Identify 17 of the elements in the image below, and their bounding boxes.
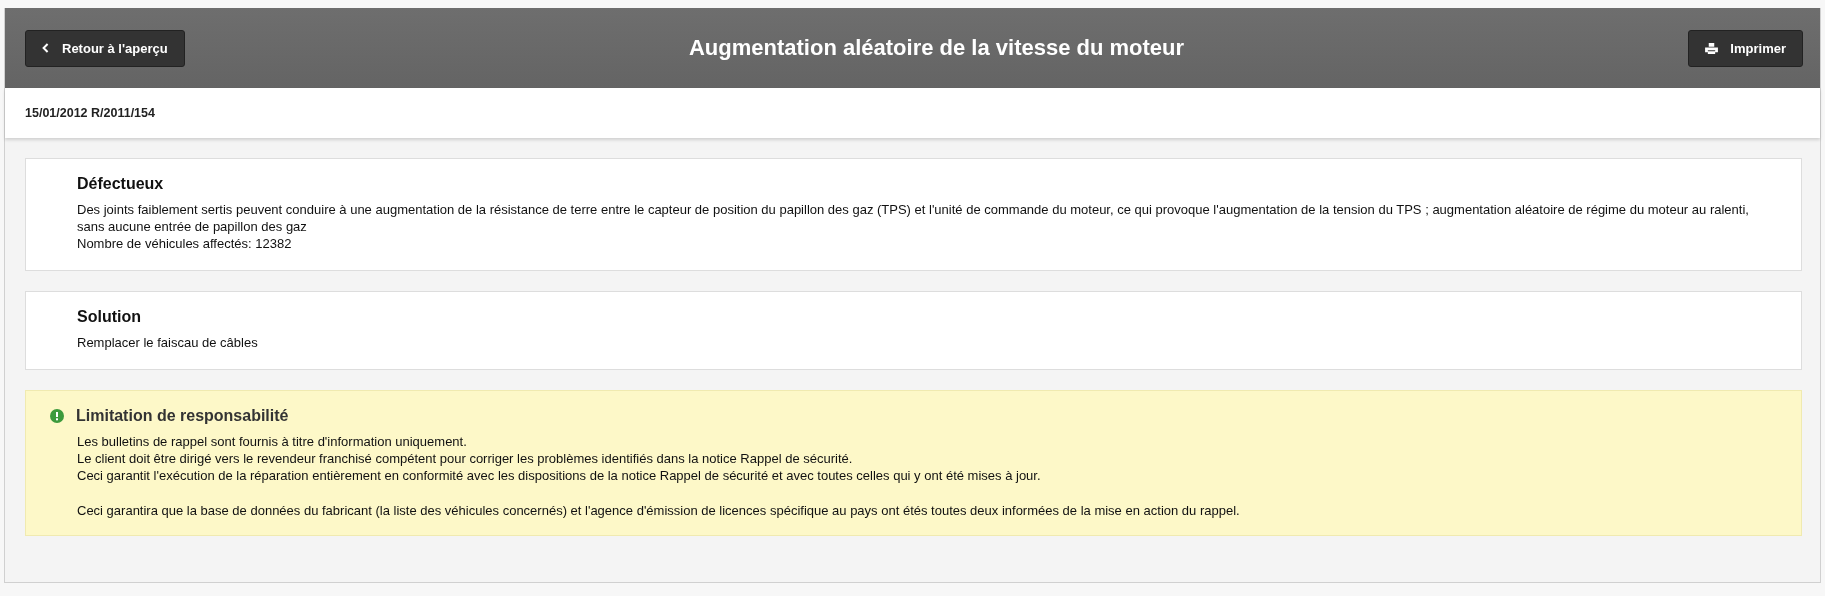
disclaimer-text: Le client doit être dirigé vers le revendeur franchisé compétent pour corriger les problèmes identifiés dans la notice Rappel de sécurité. [77,450,854,467]
section-text: Remplacer le faiscau de câbles [77,334,259,351]
back-button[interactable]: Retour à l'aperçu [25,29,185,67]
disclaimer-text: Ceci garantira que la base de données du fabricant (la liste des véhicules concernés) et l'agence d'émission de licences spécifique au pays ont étés toutes deux informées de la mise en action du rappel. [77,502,1241,519]
page-title: Augmentation aléatoire de la vitesse du moteur [688,35,1185,61]
disclaimer-title: Limitation de responsabilité [76,407,289,425]
section-title: Solution [77,308,142,326]
section-text: Nombre de véhicules affectés: 12382 [77,235,293,252]
printer-icon [1705,42,1719,54]
chevron-left-icon [42,43,50,53]
alert-icon [50,409,64,423]
disclaimer-text: Ceci garantit l'exécution de la réparation entièrement en conformité avec les dispositions de la notice Rappel de sécurité et avec toutes celles qui y ont été mises à jour. [77,467,1042,484]
section-text: Des joints faiblement sertis peuvent conduire à une augmentation de la résistance de terre entre le capteur de position du papillon des gaz (TPS) et l'unité de commande du moteur, ce qui provoque l'augmentation de la tension du TPS ; augmentation aléatoire de régime du moteur au ralenti, sans aucune entrée de papillon des gaz [77,201,1750,235]
reference-text: 15/01/2012 R/2011/154 [25,106,155,120]
disclaimer-text: Les bulletins de rappel sont fournis à titre d'information uniquement. [77,433,468,450]
section-title: Défectueux [77,175,165,193]
print-button[interactable]: Imprimer [1688,29,1803,67]
